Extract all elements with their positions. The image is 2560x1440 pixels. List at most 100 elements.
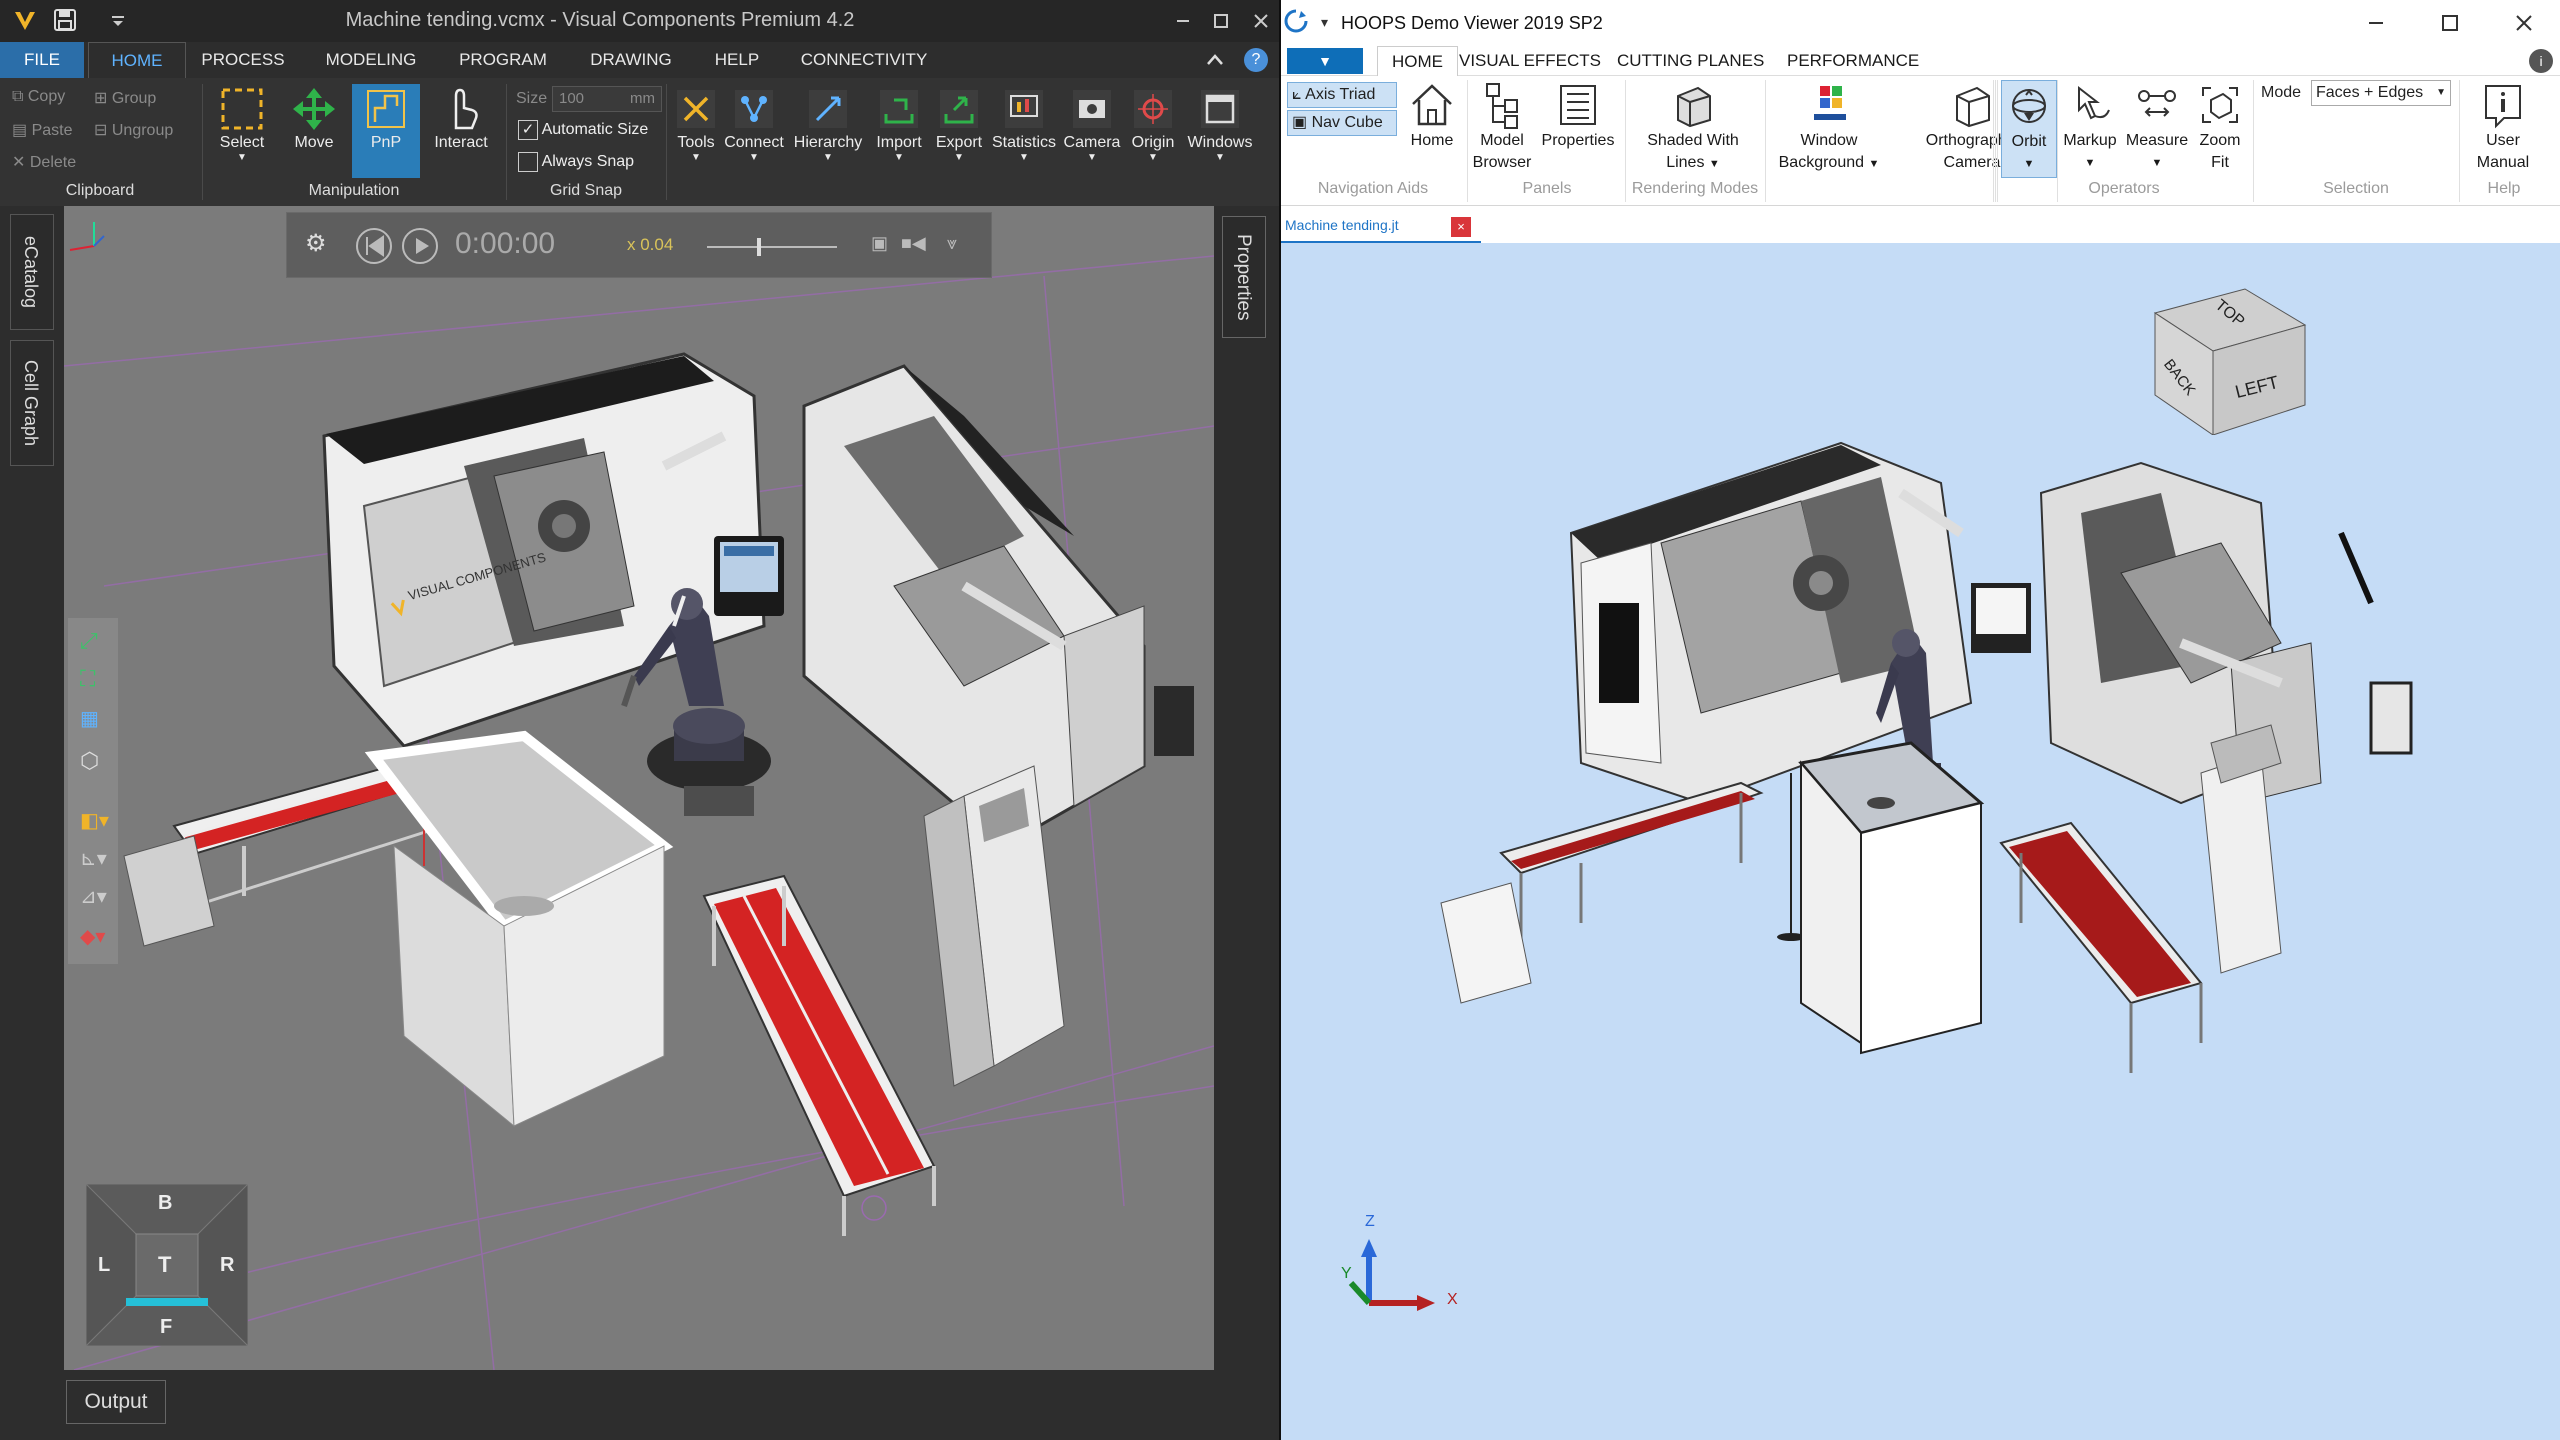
tab-cutting-planes[interactable]: CUTTING PLANES xyxy=(1617,46,1764,76)
projection-icon[interactable]: ⬡ xyxy=(80,748,99,774)
tab-visual-effects[interactable]: VISUAL EFFECTS xyxy=(1459,46,1601,76)
ecatalog-tab[interactable]: eCatalog xyxy=(10,214,54,330)
play-icon[interactable] xyxy=(401,227,439,265)
signal-icon[interactable]: ⩔ xyxy=(947,233,957,254)
measure-button[interactable]: Measure ▼ xyxy=(2121,80,2193,174)
conveyor-right[interactable] xyxy=(702,874,936,1236)
paste-button[interactable]: ▤ Paste xyxy=(12,120,72,140)
fit-selection-icon[interactable]: ⛶ xyxy=(80,666,95,692)
help-icon[interactable]: ? xyxy=(1244,48,1268,72)
hoops-nav-cube[interactable]: TOP BACK LEFT xyxy=(2147,285,2323,435)
origin-button[interactable]: Origin ▼ xyxy=(1122,84,1184,163)
safety-enclosure[interactable] xyxy=(1798,741,1985,1055)
fill-view-icon[interactable]: ⤢ xyxy=(80,628,98,654)
automatic-size-checkbox[interactable]: ✓ Automatic Size xyxy=(518,120,648,140)
group-label-manipulation: Manipulation xyxy=(308,182,400,199)
vc-nav-cube[interactable]: B L T R F xyxy=(86,1184,248,1346)
conveyor-right[interactable] xyxy=(1999,821,2203,1073)
maximize-icon[interactable] xyxy=(2439,12,2461,34)
axis-icon[interactable]: ⊾▾ xyxy=(80,846,107,871)
snapshot-icon[interactable]: ▣ xyxy=(871,233,888,254)
user-manual-button[interactable]: User Manual xyxy=(2463,80,2543,174)
nav-cube-front[interactable]: F xyxy=(160,1316,172,1339)
orbit-button[interactable]: Orbit ▼ xyxy=(2001,80,2057,178)
move-button[interactable]: Move xyxy=(278,84,350,152)
info-icon[interactable]: i xyxy=(2529,49,2553,73)
pnp-button[interactable]: PnP xyxy=(352,84,420,178)
tab-help[interactable]: HELP xyxy=(702,42,772,78)
hoops-app-icon[interactable] xyxy=(1283,8,1309,34)
minimize-icon[interactable] xyxy=(1172,10,1194,32)
nav-cube-top[interactable]: T xyxy=(158,1252,171,1278)
always-snap-checkbox[interactable]: Always Snap xyxy=(518,152,634,172)
nav-cube-right[interactable]: R xyxy=(220,1254,234,1277)
unchecked-box-icon xyxy=(518,152,538,172)
axis-triad-toggle[interactable]: ⟀ Axis Triad xyxy=(1287,82,1397,108)
conveyor-left[interactable] xyxy=(1440,773,1805,1004)
nav-cube-left[interactable]: L xyxy=(98,1254,110,1277)
export-button[interactable]: Export ▼ xyxy=(928,84,990,163)
markup-button[interactable]: Markup ▼ xyxy=(2057,80,2123,174)
properties-tab[interactable]: Properties xyxy=(1222,216,1266,338)
simulation-speed: x 0.04 xyxy=(627,235,674,254)
group-button[interactable]: ⊞ Group xyxy=(94,88,156,108)
windows-button[interactable]: Windows ▼ xyxy=(1182,84,1258,163)
delete-button[interactable]: ✕ Delete xyxy=(12,152,76,172)
copy-button[interactable]: ⧉ Copy xyxy=(12,88,65,106)
model-browser-button[interactable]: Model Browser xyxy=(1471,80,1533,174)
document-tab[interactable]: Machine tending.jt xyxy=(1285,217,1399,233)
close-icon[interactable] xyxy=(1250,10,1272,32)
window-background-button[interactable]: Window Background ▼ xyxy=(1767,80,1891,175)
grid-size-value: 100 xyxy=(559,90,585,107)
statistics-button[interactable]: Statistics ▼ xyxy=(986,84,1062,163)
app-menu-button[interactable]: ▼ xyxy=(1287,48,1363,74)
hoops-3d-viewport[interactable]: TOP BACK LEFT Z Y X xyxy=(1281,243,2560,1440)
shaded-with-lines-button[interactable]: Shaded With Lines ▼ xyxy=(1629,80,1757,175)
output-tab[interactable]: Output xyxy=(66,1380,166,1424)
reset-simulation-icon[interactable] xyxy=(355,227,393,265)
ungroup-button[interactable]: ⊟ Ungroup xyxy=(94,120,173,140)
hierarchy-button[interactable]: Hierarchy ▼ xyxy=(790,84,866,163)
select-button[interactable]: Select ▼ xyxy=(206,84,278,163)
nav-cube-toggle[interactable]: ▣ Nav Cube xyxy=(1287,110,1397,136)
cell-graph-tab[interactable]: Cell Graph xyxy=(10,340,54,466)
render-mode-icon[interactable]: ▦ xyxy=(80,706,99,731)
dropdown-icon: ▼ xyxy=(954,152,964,163)
minimize-icon[interactable] xyxy=(2365,12,2387,34)
speed-slider[interactable] xyxy=(707,246,837,248)
settings-gear-icon[interactable]: ⚙ xyxy=(305,229,327,258)
maximize-icon[interactable] xyxy=(1210,10,1232,32)
color-cube-icon[interactable]: ◆▾ xyxy=(80,924,105,949)
quick-access-menu-icon[interactable]: ▾ xyxy=(1321,14,1328,31)
home-button[interactable]: Home xyxy=(1401,80,1463,152)
connect-button[interactable]: Connect ▼ xyxy=(722,84,786,163)
measure-axis-icon[interactable]: ⊿▾ xyxy=(80,884,107,909)
tab-home[interactable]: HOME xyxy=(88,42,186,78)
zoom-fit-button[interactable]: Zoom Fit xyxy=(2191,80,2249,174)
grid-size-input[interactable]: 100 mm xyxy=(552,86,662,112)
import-button[interactable]: Import ▼ xyxy=(868,84,930,163)
vc-3d-viewport[interactable]: VISUAL COMPONENTS ⚙ 0:00:00 x 0.04 ▣ ■◀ … xyxy=(64,206,1214,1370)
collapse-ribbon-icon[interactable] xyxy=(1204,50,1226,70)
nav-cube-back[interactable]: B xyxy=(158,1192,172,1215)
layers-icon[interactable]: ◧▾ xyxy=(80,808,109,833)
interact-button[interactable]: Interact xyxy=(424,84,498,152)
tab-modeling[interactable]: MODELING xyxy=(312,42,430,78)
safety-enclosure[interactable] xyxy=(364,730,674,1128)
selection-mode-dropdown[interactable]: Faces + Edges ▼ xyxy=(2311,80,2451,106)
tab-connectivity[interactable]: CONNECTIVITY xyxy=(792,42,936,78)
tab-performance[interactable]: PERFORMANCE xyxy=(1787,46,1919,76)
properties-button[interactable]: Properties xyxy=(1535,80,1621,152)
document-close-icon[interactable]: × xyxy=(1451,217,1471,237)
select-label: Select xyxy=(219,134,265,151)
tab-file[interactable]: FILE xyxy=(0,42,84,78)
camera-button[interactable]: Camera ▼ xyxy=(1060,84,1124,163)
tab-home[interactable]: HOME xyxy=(1377,46,1458,76)
tools-button[interactable]: Tools ▼ xyxy=(668,84,724,163)
close-icon[interactable] xyxy=(2513,12,2535,34)
tab-drawing[interactable]: DRAWING xyxy=(578,42,684,78)
speed-slider-handle[interactable] xyxy=(757,238,761,256)
tab-program[interactable]: PROGRAM xyxy=(450,42,556,78)
tab-process[interactable]: PROCESS xyxy=(196,42,290,78)
video-record-icon[interactable]: ■◀ xyxy=(901,233,926,254)
